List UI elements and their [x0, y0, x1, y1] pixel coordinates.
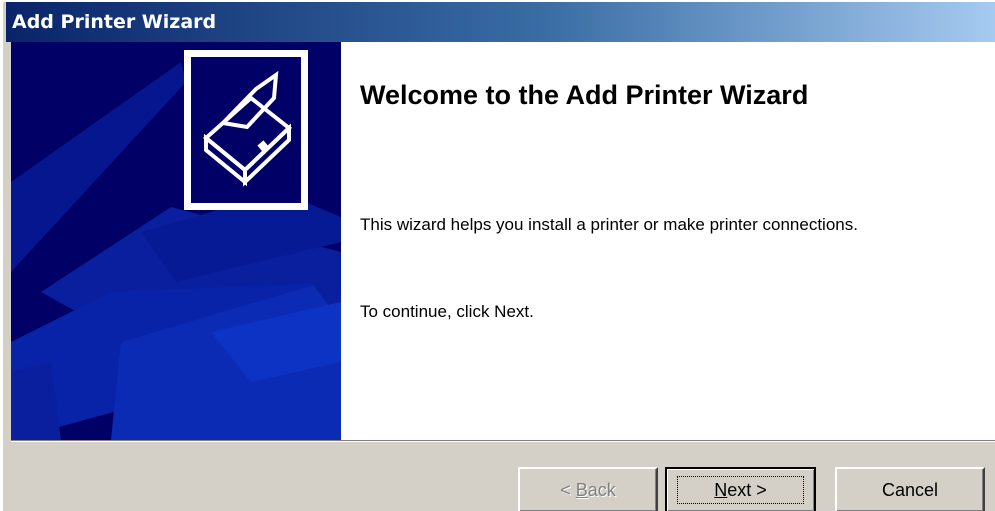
next-button[interactable]: Next >: [665, 467, 816, 511]
back-button-mnemonic: B: [575, 479, 588, 500]
page-title: Welcome to the Add Printer Wizard: [360, 80, 809, 110]
cancel-button-label: Cancel: [881, 479, 939, 500]
wizard-instruction: To continue, click Next.: [360, 302, 534, 321]
cancel-button[interactable]: Cancel: [835, 467, 985, 511]
back-button[interactable]: < Back: [518, 467, 658, 511]
title-bar[interactable]: Add Printer Wizard: [6, 2, 995, 42]
next-button-label-rest: ext >: [727, 479, 767, 500]
next-button-focus-rect: Next >: [677, 476, 804, 504]
next-button-mnemonic: N: [714, 479, 728, 500]
back-button-prefix: <: [560, 479, 576, 500]
add-printer-wizard-window: Add Printer Wizard Welcome to the Add Pr…: [0, 0, 995, 511]
sidebar-watermark: [11, 42, 341, 440]
printer-icon: [184, 50, 308, 210]
wizard-sidebar-graphic: [11, 42, 341, 440]
wizard-description: This wizard helps you install a printer …: [360, 215, 858, 234]
back-button-label-rest: ack: [587, 479, 616, 500]
button-separator: [11, 440, 995, 442]
wizard-content: Welcome to the Add Printer Wizard This w…: [341, 42, 995, 440]
window-title: Add Printer Wizard: [12, 11, 217, 33]
